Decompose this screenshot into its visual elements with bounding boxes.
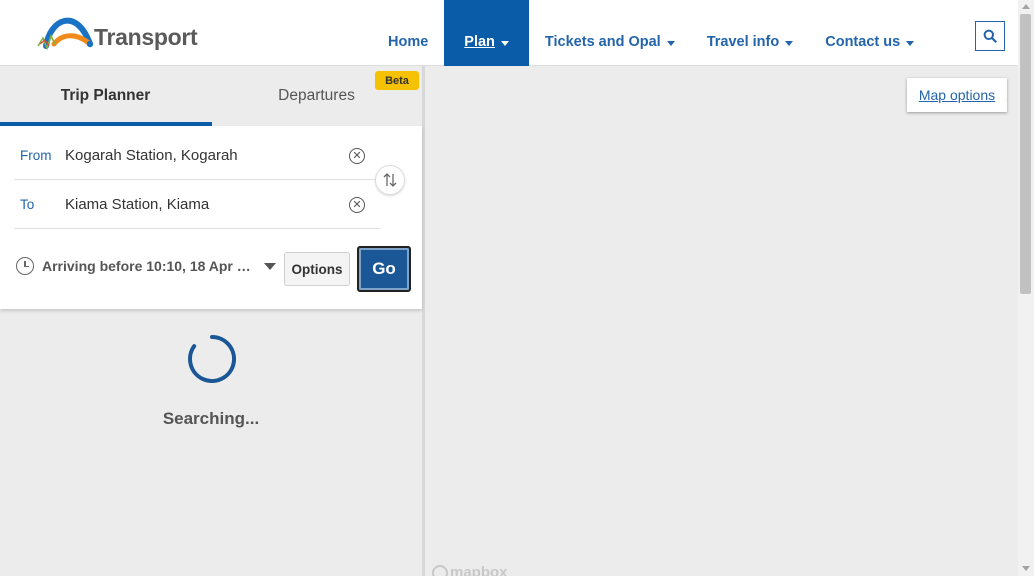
beta-badge: Beta <box>375 71 419 90</box>
loading-spinner-icon <box>188 335 237 383</box>
nav-travel-info-label: Travel info <box>706 34 780 50</box>
mapbox-logo-icon <box>432 564 448 576</box>
nav-contact-us[interactable]: Contact us <box>809 0 930 66</box>
trip-form: From Kogarah Station, Kogarah ✕ To Kiama… <box>0 126 422 309</box>
logo-text: Transport <box>94 24 198 50</box>
clear-to-button[interactable]: ✕ <box>349 197 365 213</box>
to-input[interactable]: Kiama Station, Kiama <box>65 196 381 213</box>
planner-tabs: Trip Planner Departures Beta <box>0 66 422 133</box>
options-button[interactable]: Options <box>284 252 350 286</box>
nav-tickets-label: Tickets and Opal <box>544 34 661 50</box>
search-icon <box>983 29 997 43</box>
mapbox-label: mapbox <box>450 564 508 576</box>
clear-from-button[interactable]: ✕ <box>349 148 365 164</box>
nav-home[interactable]: Home <box>372 0 444 66</box>
transport-logo[interactable]: Transport <box>36 10 198 54</box>
go-button[interactable]: Go <box>357 246 411 292</box>
scroll-up-arrow-icon[interactable] <box>1022 4 1030 9</box>
tab-trip-planner-label: Trip Planner <box>60 87 151 104</box>
map-options-button[interactable]: Map options <box>907 78 1007 112</box>
from-field[interactable]: From Kogarah Station, Kogarah <box>14 132 381 180</box>
mapbox-attribution[interactable]: mapbox <box>432 564 508 576</box>
map-canvas[interactable] <box>425 66 1018 576</box>
search-button[interactable] <box>975 21 1005 51</box>
from-label: From <box>20 148 52 163</box>
page-scrollbar[interactable] <box>1018 0 1034 576</box>
main-nav: Home Plan Tickets and Opal Travel info C… <box>372 0 930 66</box>
clock-icon <box>16 257 34 275</box>
to-field[interactable]: To Kiama Station, Kiama <box>14 181 381 229</box>
searching-status: Searching... <box>162 409 260 428</box>
swap-arrows-icon <box>383 173 397 187</box>
tab-departures-label: Departures <box>278 87 355 104</box>
dropdown-caret-icon <box>264 262 276 270</box>
nav-travel-info[interactable]: Travel info <box>691 0 810 66</box>
clear-icon: ✕ <box>352 198 362 211</box>
nav-plan[interactable]: Plan <box>444 0 529 66</box>
scroll-thumb[interactable] <box>1020 14 1031 294</box>
caret-down-icon <box>500 41 509 46</box>
trip-planner-panel: Trip Planner Departures Beta From Kogara… <box>0 66 425 576</box>
time-value: Arriving before 10:10, 18 Apr 2024 <box>42 258 254 274</box>
time-selector[interactable]: Arriving before 10:10, 18 Apr 2024 <box>16 246 278 286</box>
caret-down-icon <box>666 41 675 46</box>
caret-down-icon <box>785 41 794 46</box>
clear-icon: ✕ <box>352 149 362 162</box>
caret-down-icon <box>906 41 915 46</box>
nav-tickets-and-opal[interactable]: Tickets and Opal <box>529 0 691 66</box>
from-input[interactable]: Kogarah Station, Kogarah <box>65 147 381 164</box>
tab-trip-planner[interactable]: Trip Planner <box>0 66 211 126</box>
scroll-down-arrow-icon[interactable] <box>1022 566 1030 571</box>
swap-locations-button[interactable] <box>375 165 405 195</box>
nav-plan-label: Plan <box>464 34 495 50</box>
nav-contact-us-label: Contact us <box>825 34 901 50</box>
to-label: To <box>20 197 35 212</box>
transport-logo-icon <box>37 17 94 51</box>
site-header: Transport Home Plan Tickets and Opal Tra… <box>0 0 1018 66</box>
nav-home-label: Home <box>388 34 429 50</box>
